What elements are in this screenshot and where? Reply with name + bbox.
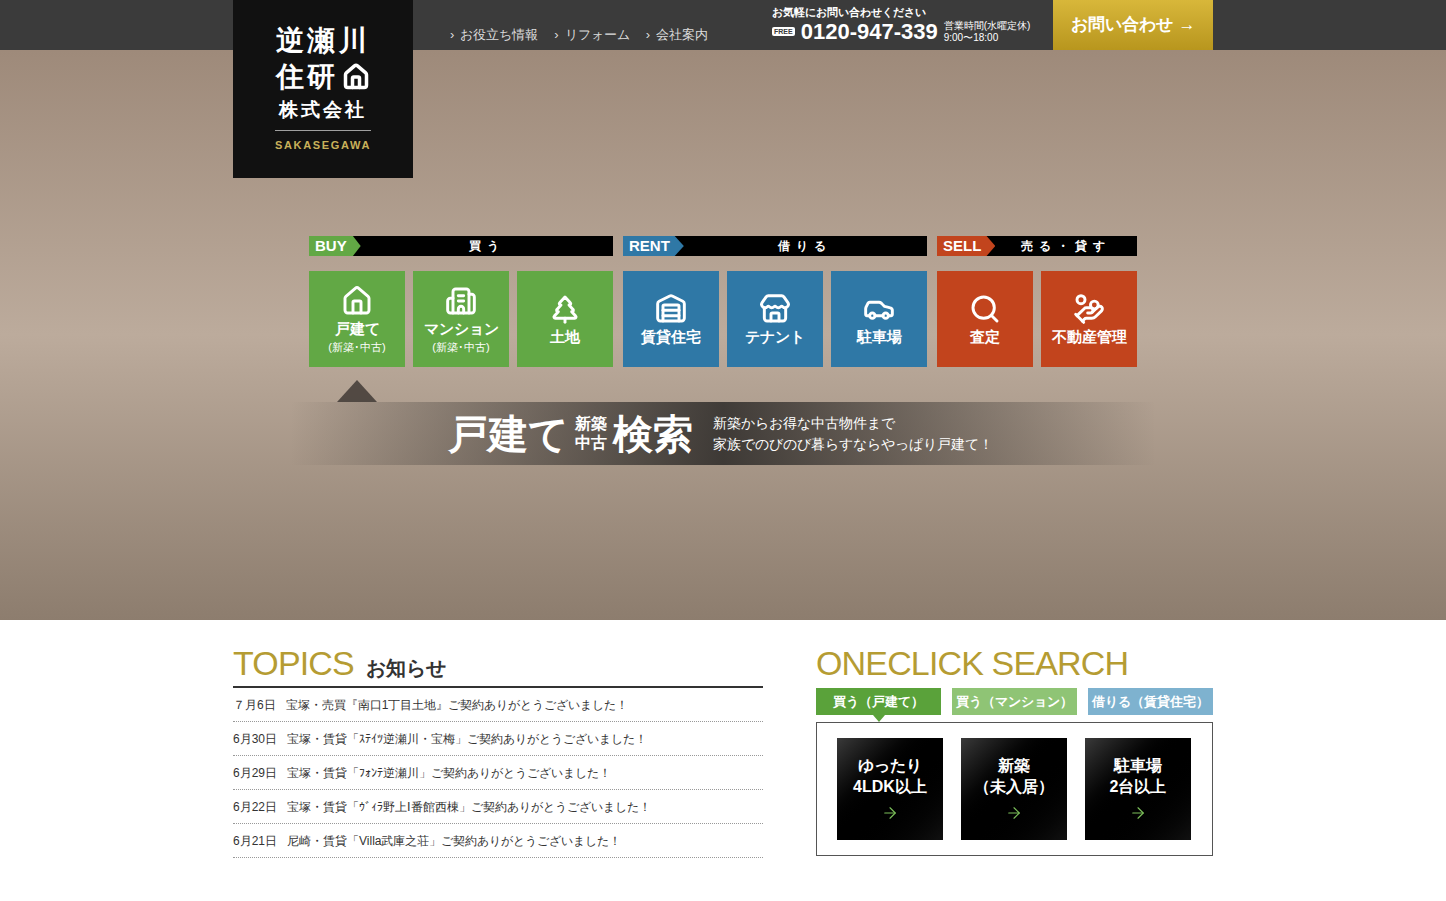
group-header: BUY買う [309, 236, 613, 256]
category-tile[interactable]: 不動産管理 [1041, 271, 1137, 367]
arrow-icon [881, 804, 899, 822]
selected-pointer [337, 380, 377, 402]
search-box: ゆったり4LDK以上新築（未入居）駐車場2台以上 [816, 722, 1213, 856]
category-panel: BUY買う戸建て(新築･中古)マンション(新築･中古)土地RENT借りる賃貸住宅… [309, 236, 1137, 402]
topic-row[interactable]: 6月22日宝塚・賃貸「ｳﾞｨﾗ野上Ⅰ番館西棟」ご契約ありがとうございました！ [233, 790, 763, 824]
nav-link[interactable]: ›会社案内 [646, 25, 708, 45]
arrow-icon [1005, 804, 1023, 822]
phone-block: お気軽にお問い合わせくださいFREE0120-947-339営業時間(水曜定休)… [772, 0, 1030, 50]
topic-row[interactable]: 6月29日宝塚・賃貸「ﾌｫﾝﾃ逆瀬川」ご契約ありがとうございました！ [233, 756, 763, 790]
logo[interactable]: 逆瀬川住研株式会社SAKASEGAWA [233, 0, 413, 178]
hero: BUY買う戸建て(新築･中古)マンション(新築･中古)土地RENT借りる賃貸住宅… [0, 50, 1446, 620]
category-icon [1073, 293, 1105, 325]
category-tile[interactable]: 賃貸住宅 [623, 271, 719, 367]
tab-pointer [873, 715, 885, 722]
category-group: SELL売る・貸す査定不動産管理 [937, 236, 1137, 402]
category-icon [969, 293, 1001, 325]
category-icon [445, 285, 477, 317]
category-tile[interactable]: 土地 [517, 271, 613, 367]
phone-number[interactable]: 0120-947-339 [801, 21, 938, 43]
topic-row[interactable]: ７月6日宝塚・売買『南口1丁目土地』ご契約ありがとうございました！ [233, 688, 763, 722]
topic-row[interactable]: 6月21日尼崎・賃貸「Villa武庫之荘」ご契約ありがとうございました！ [233, 824, 763, 858]
lower-content: TOPICSお知らせ７月6日宝塚・売買『南口1丁目土地』ご契約ありがとうございま… [233, 620, 1213, 858]
category-tile[interactable]: 戸建て(新築･中古) [309, 271, 405, 367]
category-icon [341, 285, 373, 317]
group-header: SELL売る・貸す [937, 236, 1137, 256]
nav-link[interactable]: ›リフォーム [554, 25, 629, 45]
category-group: BUY買う戸建て(新築･中古)マンション(新築･中古)土地 [309, 236, 613, 402]
topic-row[interactable]: 6月30日宝塚・賃貸「ｽﾃｲﾂ逆瀬川・宝梅」ご契約ありがとうございました！ [233, 722, 763, 756]
category-tile[interactable]: テナント [727, 271, 823, 367]
search-tab[interactable]: 借りる（賃貸住宅） [1088, 688, 1213, 715]
header: 逆瀬川住研株式会社SAKASEGAWA›お役立ち情報›リフォーム›会社案内お気軽… [0, 0, 1446, 50]
oneclick-search: ONECLICK SEARCH買う（戸建て）買う（マンション）借りる（賃貸住宅）… [816, 646, 1213, 858]
search-tab[interactable]: 買う（マンション） [952, 688, 1077, 715]
search-banner: 戸建て新築中古検索新築からお得な中古物件まで家族でのびのび暮らすならやっぱり戸建… [290, 402, 1156, 465]
group-header: RENT借りる [623, 236, 927, 256]
search-tab[interactable]: 買う（戸建て） [816, 688, 941, 715]
category-icon [655, 293, 687, 325]
category-tile[interactable]: 査定 [937, 271, 1033, 367]
house-icon [342, 63, 370, 91]
group-tag: RENT [623, 236, 684, 256]
group-tag: SELL [937, 236, 995, 256]
category-group: RENT借りる賃貸住宅テナント駐車場 [623, 236, 927, 402]
group-tag: BUY [309, 236, 361, 256]
search-card[interactable]: 駐車場2台以上 [1085, 738, 1191, 840]
main-nav: ›お役立ち情報 ›リフォーム ›会社案内 [450, 0, 708, 50]
page: 逆瀬川住研株式会社SAKASEGAWA›お役立ち情報›リフォーム›会社案内お気軽… [0, 0, 1446, 901]
category-icon [863, 293, 895, 325]
category-tile[interactable]: マンション(新築･中古) [413, 271, 509, 367]
contact-button[interactable]: お問い合わせ→ [1053, 0, 1213, 50]
arrow-icon [1129, 804, 1147, 822]
free-badge: FREE [772, 27, 795, 36]
search-card[interactable]: 新築（未入居） [961, 738, 1067, 840]
topics: TOPICSお知らせ７月6日宝塚・売買『南口1丁目土地』ご契約ありがとうございま… [233, 646, 763, 858]
category-tile[interactable]: 駐車場 [831, 271, 927, 367]
category-icon [759, 293, 791, 325]
nav-link[interactable]: ›お役立ち情報 [450, 25, 538, 45]
search-card[interactable]: ゆったり4LDK以上 [837, 738, 943, 840]
category-icon [549, 293, 581, 325]
